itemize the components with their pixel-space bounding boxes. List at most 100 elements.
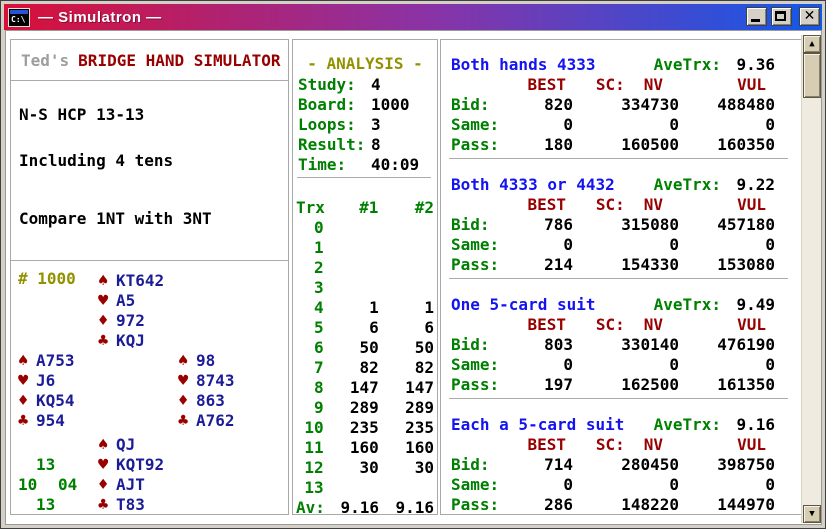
heart-icon: ♥	[178, 371, 189, 391]
section-title-row: Each a 5-card suit AveTrx: 9.16	[451, 415, 775, 435]
hcp-east: 04	[58, 475, 78, 494]
constraint-line: Including 4 tens	[19, 151, 174, 170]
stat-row: Pass: 180 160500 160350	[451, 135, 775, 155]
col-header-1: #1	[359, 198, 379, 217]
trx-cell	[379, 218, 434, 238]
field-value: 40:09	[371, 155, 420, 174]
up-arrow-icon: ▲	[809, 39, 815, 49]
avetrx-value: 9.16	[736, 415, 775, 434]
stat-row-label: Pass:	[451, 135, 500, 154]
north-spades: ♠ KT642	[98, 271, 164, 291]
results-section: Each a 5-card suit AveTrx: 9.16 BEST SC: NV VU…	[451, 415, 775, 515]
north-diamonds: ♦ 972	[98, 311, 145, 331]
trx-row-label: 0	[313, 218, 324, 237]
title-bar[interactable]: C:\ — Simulatron — ✕	[4, 4, 822, 30]
trx-row-label: 8	[313, 378, 324, 397]
col-header-sc-nv: SC: NV	[573, 435, 679, 455]
spade-icon: ♠	[98, 435, 109, 455]
stat-best-value: 0	[563, 235, 573, 254]
col-header-sc: SC:	[595, 315, 625, 334]
maximize-button[interactable]	[771, 7, 792, 26]
card-holding: A753	[36, 351, 75, 370]
section-column-headers: BEST SC: NV VUL	[451, 195, 775, 215]
col-header-nv: NV	[643, 75, 663, 94]
east-diamonds: ♦ 863	[178, 391, 225, 411]
trx-table-row: Av: 9.16 9.16	[296, 498, 434, 518]
trx-cell: 1	[369, 298, 379, 317]
scroll-up-button[interactable]: ▲	[803, 35, 821, 53]
scrollbar-thumb[interactable]	[803, 53, 821, 98]
dos-prompt-icon: C:\	[11, 14, 26, 24]
stat-vul-value: 476190	[717, 335, 775, 354]
stat-vul-value: 144970	[717, 495, 775, 514]
section-column-headers: BEST SC: NV VUL	[451, 435, 775, 455]
avetrx-value: 9.49	[736, 295, 775, 314]
avetrx-label: AveTrx:	[653, 295, 721, 314]
trx-cell: 30	[359, 458, 379, 477]
card-holding: 972	[116, 311, 145, 330]
trx-row-label: 4	[313, 298, 324, 317]
stat-row-label: Same:	[451, 355, 500, 374]
trx-table-row: 7 82 82	[296, 358, 434, 378]
trx-table-row: 12 30 30	[296, 458, 434, 478]
stat-best-value: 180	[544, 135, 573, 154]
avetrx-value: 9.36	[736, 55, 775, 74]
stat-nv-value: 334730	[621, 95, 679, 114]
card-holding: AJT	[116, 475, 145, 494]
west-diamonds: ♦ KQ54	[18, 391, 75, 411]
stat-row: Same: 0 0 0	[451, 355, 775, 375]
section-title-row: Both 4333 or 4432 AveTrx: 9.22	[451, 175, 775, 195]
col-header-nv: NV	[643, 195, 663, 214]
close-button[interactable]: ✕	[799, 7, 820, 26]
heart-icon: ♥	[18, 371, 29, 391]
trx-table-row: 11 160 160	[296, 438, 434, 458]
field-value: 8	[371, 135, 381, 154]
stat-row-label: Pass:	[451, 255, 500, 274]
vertical-scrollbar[interactable]: ▲ ▼	[801, 35, 821, 523]
east-hearts: ♥ 8743	[178, 371, 235, 391]
trx-cell: 30	[414, 458, 434, 477]
analysis-field: Board: 1000	[298, 95, 434, 115]
trx-row-label: 12	[304, 458, 324, 477]
trx-cell: 9.16	[340, 498, 379, 517]
trx-cell	[379, 278, 434, 298]
card-holding: T83	[116, 495, 145, 514]
trx-row-label: 1	[313, 238, 324, 257]
results-panel: Both hands 4333 AveTrx: 9.36 BEST SC: NV VUL Bi…	[440, 39, 803, 515]
app-icon[interactable]: C:\	[8, 7, 30, 27]
trx-cell: 6	[369, 318, 379, 337]
card-holding: 98	[196, 351, 216, 370]
col-header-best: BEST	[527, 435, 566, 454]
stat-row-label: Bid:	[451, 95, 490, 114]
south-clubs: ♣ T83	[98, 495, 145, 515]
analysis-title: - ANALYSIS -	[307, 54, 423, 73]
west-spades: ♠ A753	[18, 351, 75, 371]
avetrx-label: AveTrx:	[653, 175, 721, 194]
trx-row-label: 2	[313, 258, 324, 277]
col-header-sc: SC:	[595, 75, 625, 94]
card-holding: A5	[116, 291, 136, 310]
stat-vul-value: 153080	[717, 255, 775, 274]
minimize-icon	[751, 19, 760, 22]
club-icon: ♣	[98, 495, 109, 515]
section-title: Each a 5-card suit	[451, 415, 625, 434]
close-icon: ✕	[803, 8, 816, 24]
stat-nv-value: 0	[669, 475, 679, 494]
col-header-vul: VUL	[737, 315, 766, 334]
stat-best-value: 820	[544, 95, 573, 114]
heart-icon: ♥	[98, 291, 109, 311]
west-hearts: ♥ J6	[18, 371, 55, 391]
stat-row: Same: 0 0 0	[451, 235, 775, 255]
stat-nv-value: 154330	[621, 255, 679, 274]
title-prefix: Ted's	[21, 51, 70, 70]
card-holding: KQT92	[116, 455, 165, 474]
trx-cell: 160	[405, 438, 434, 457]
south-hearts: ♥ KQT92	[98, 455, 164, 475]
scroll-down-button[interactable]: ▼	[803, 505, 821, 523]
field-label: Loops:	[298, 115, 356, 134]
section-title-row: One 5-card suit AveTrx: 9.49	[451, 295, 775, 315]
minimize-button[interactable]	[746, 7, 767, 26]
diamond-icon: ♦	[178, 391, 189, 411]
trx-row-label: 7	[313, 358, 324, 377]
